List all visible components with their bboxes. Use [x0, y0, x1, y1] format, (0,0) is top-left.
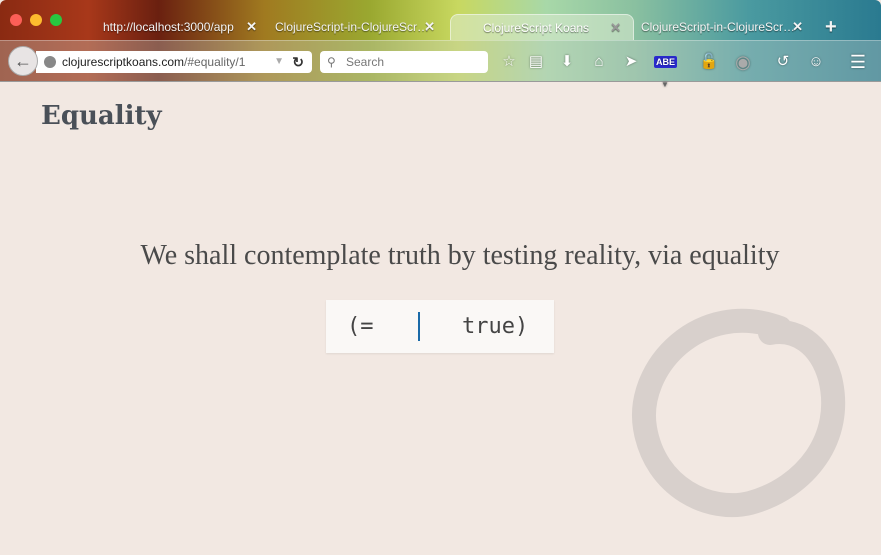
adblock-icon[interactable]: ABE: [654, 56, 678, 68]
browser-chrome: http://localhost:3000/app ✕ ClojureScrip…: [0, 0, 881, 89]
tab-label: http://localhost:3000/app: [103, 20, 234, 34]
text-cursor: [418, 312, 420, 341]
tab-label: ClojureScript Koans: [483, 21, 590, 35]
tab-cljs-in-cljs-1[interactable]: ClojureScript-in-ClojureScr… ✕: [275, 14, 435, 40]
reading-list-icon[interactable]: ▤: [525, 51, 547, 73]
code-suffix: true): [462, 314, 529, 339]
tab-label: ClojureScript-in-ClojureScr…: [275, 20, 430, 34]
download-icon[interactable]: ⬇: [556, 51, 578, 73]
bookmark-star-icon[interactable]: ☆: [498, 51, 520, 73]
reload-icon[interactable]: ↻: [292, 51, 304, 73]
close-tab-icon[interactable]: ✕: [424, 14, 435, 40]
tab-cljs-in-cljs-2[interactable]: ClojureScript-in-ClojureScr… ✕: [641, 14, 803, 40]
history-icon[interactable]: ↺: [772, 51, 794, 73]
code-box: (= true): [326, 300, 554, 353]
new-tab-button[interactable]: +: [825, 14, 837, 40]
tab-label: ClojureScript-in-ClojureScr…: [641, 20, 796, 34]
url-domain: clojurescriptkoans.com: [62, 55, 185, 69]
circle-addon-icon[interactable]: ◉: [732, 51, 754, 73]
close-window-button[interactable]: [10, 14, 22, 26]
koan-answer-input[interactable]: [402, 312, 452, 341]
tab-clojurescript-koans[interactable]: ClojureScript Koans ✕: [450, 14, 634, 40]
search-input[interactable]: ⚲ Search: [320, 51, 488, 73]
lock-icon[interactable]: 🔓: [698, 51, 720, 73]
home-icon[interactable]: ⌂: [588, 51, 610, 73]
search-placeholder: Search: [346, 55, 385, 69]
page-title: Equality: [41, 101, 162, 131]
close-tab-icon[interactable]: ✕: [610, 15, 621, 41]
search-icon: ⚲: [327, 55, 336, 69]
tab-localhost[interactable]: http://localhost:3000/app ✕: [103, 14, 257, 40]
minimize-window-button[interactable]: [30, 14, 42, 26]
close-tab-icon[interactable]: ✕: [246, 14, 257, 40]
enso-circle-logo: [632, 308, 846, 518]
url-path: /#equality/1: [184, 55, 246, 69]
back-button[interactable]: ←: [8, 46, 38, 76]
zoom-window-button[interactable]: [50, 14, 62, 26]
url-dropdown-icon[interactable]: ▼: [274, 51, 284, 73]
tab-strip: http://localhost:3000/app ✕ ClojureScrip…: [0, 0, 881, 40]
chat-icon[interactable]: ☺: [805, 51, 827, 73]
code-prefix: (=: [347, 314, 374, 339]
navigation-toolbar: clojurescriptkoans.com/#equality/1 ▼ ↻ ←…: [0, 40, 881, 89]
koan-description: We shall contemplate truth by testing re…: [140, 240, 780, 271]
send-icon[interactable]: ➤: [620, 51, 642, 73]
menu-icon[interactable]: ☰: [847, 51, 869, 73]
url-bar[interactable]: clojurescriptkoans.com/#equality/1 ▼ ↻: [36, 51, 312, 73]
chevron-down-icon[interactable]: ▼: [661, 80, 669, 89]
close-tab-icon[interactable]: ✕: [792, 14, 803, 40]
globe-icon: [44, 56, 56, 68]
